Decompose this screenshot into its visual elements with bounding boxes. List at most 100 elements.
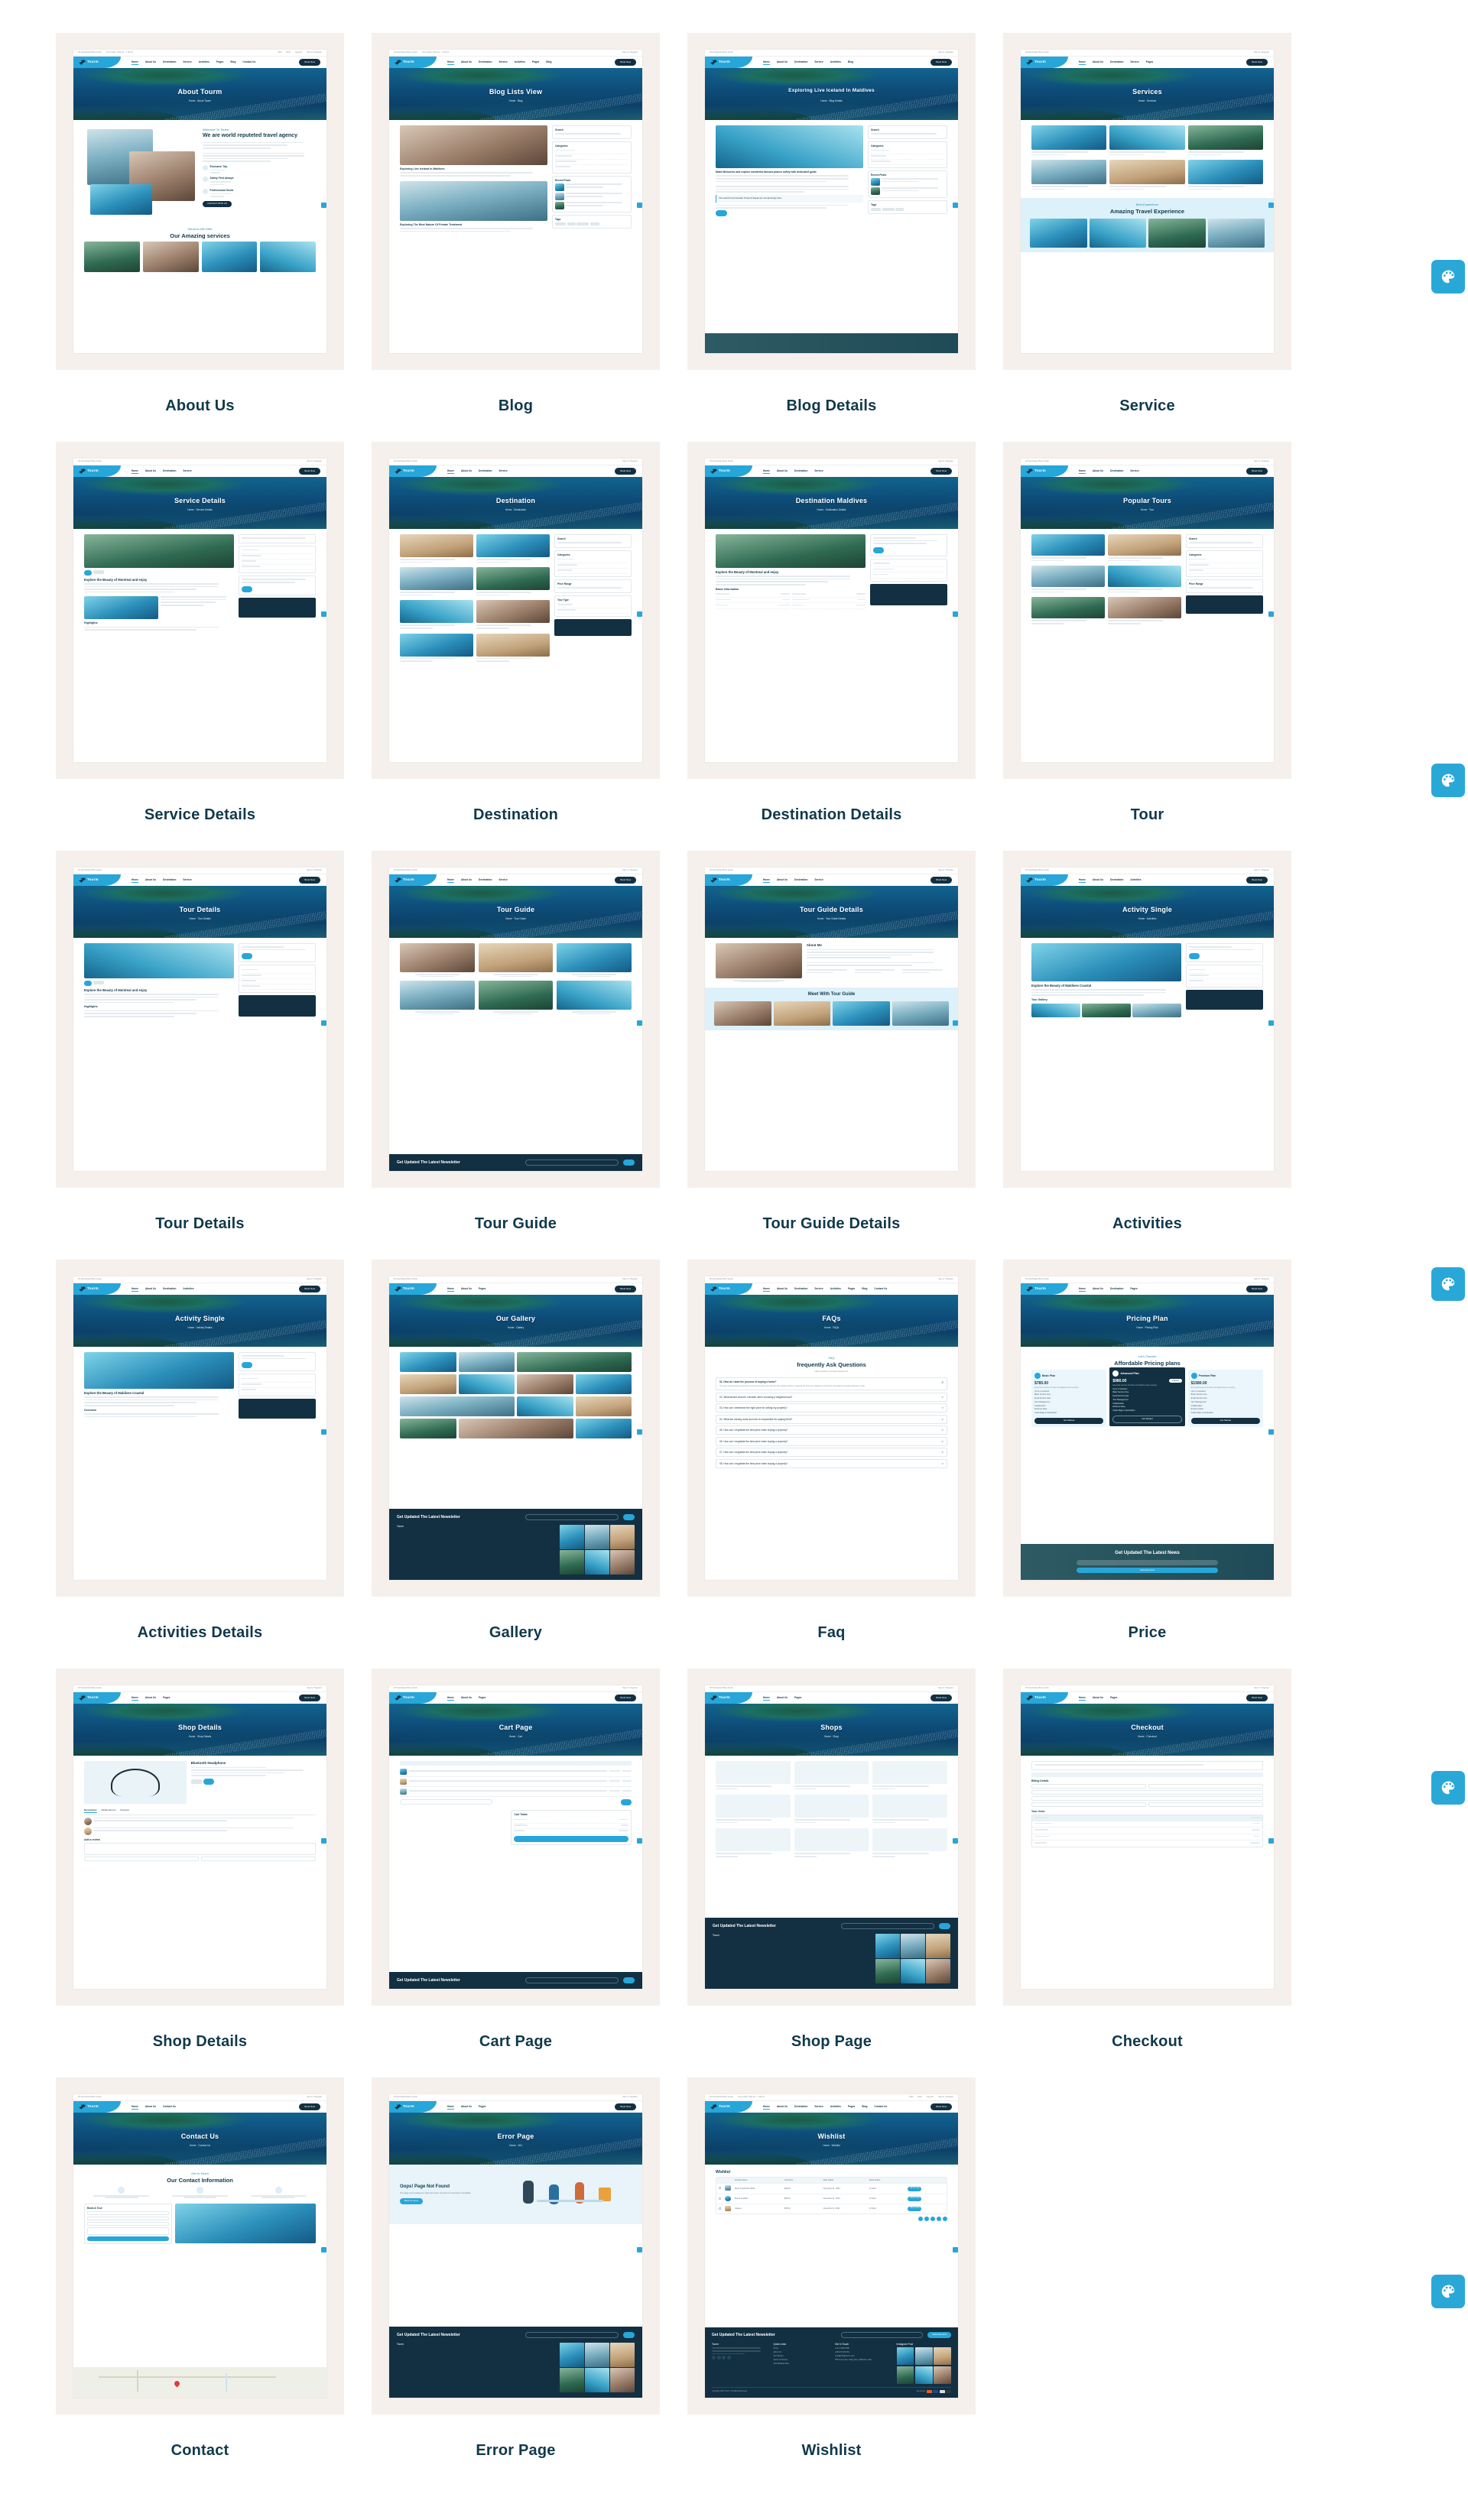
sidebar-row[interactable] bbox=[242, 1377, 313, 1383]
nav-item-home[interactable]: Home bbox=[447, 60, 454, 65]
instagram-thumb[interactable] bbox=[896, 2347, 914, 2366]
palette-button-2[interactable] bbox=[1431, 764, 1465, 797]
inner-widget-icon[interactable] bbox=[321, 1838, 326, 1844]
nav-item-home[interactable]: Home bbox=[447, 2105, 454, 2110]
nav-item-destination[interactable]: Destination bbox=[1110, 878, 1123, 883]
nav-item-activities[interactable]: Activities bbox=[830, 60, 841, 65]
destination-card[interactable] bbox=[400, 567, 473, 597]
sidebar-row[interactable] bbox=[1189, 569, 1260, 575]
nav-item-home[interactable]: Home bbox=[763, 2105, 770, 2110]
book-now-button[interactable]: Book Now bbox=[615, 468, 636, 475]
inner-widget-icon[interactable] bbox=[953, 203, 958, 208]
sidebar-row[interactable] bbox=[242, 565, 313, 571]
gallery-item[interactable] bbox=[400, 1396, 515, 1416]
faq-item[interactable]: 04. What are closing costs and who is re… bbox=[716, 1414, 947, 1424]
nav-item-blog[interactable]: Blog bbox=[862, 1287, 867, 1292]
inner-widget-icon[interactable] bbox=[321, 1020, 326, 1026]
preview-card-tour-guide-details[interactable]: 25 Southwater Blvd, Austin Sign In / Regi… bbox=[687, 851, 976, 1188]
nav-item-about[interactable]: About Us bbox=[145, 1287, 156, 1292]
preview-card-shop[interactable]: 25 Southwater Blvd, Austin Sign In / Regi… bbox=[687, 1669, 976, 2006]
preview-card-wishlist[interactable]: 25 Southwater Blvd, Austin Sun-Friday: 8.… bbox=[687, 2077, 976, 2415]
tab-additional-info[interactable]: Additional Info bbox=[102, 1808, 116, 1813]
topbar-support[interactable]: Support bbox=[927, 2096, 934, 2098]
topbar-signin[interactable]: Sign In / Register bbox=[307, 51, 322, 54]
row-checkbox[interactable] bbox=[719, 2187, 721, 2190]
sidebar-cta[interactable] bbox=[1189, 953, 1200, 960]
nav-item-about[interactable]: About Us bbox=[145, 2105, 156, 2110]
nav-item-about[interactable]: About Us bbox=[461, 1696, 472, 1701]
gallery-item[interactable] bbox=[458, 1374, 515, 1394]
product-card[interactable] bbox=[794, 1761, 869, 1791]
nav-item-about[interactable]: About Us bbox=[461, 60, 472, 65]
book-now-button[interactable]: Book Now bbox=[299, 877, 320, 884]
sidebar-row[interactable] bbox=[555, 160, 628, 166]
faq-item[interactable]: 05. How can I negotiate the best price w… bbox=[716, 1425, 947, 1435]
form-name-input[interactable] bbox=[87, 2210, 170, 2215]
nav-item-service[interactable]: Service bbox=[499, 469, 507, 474]
contact-cta[interactable]: CONTACT WITH US bbox=[203, 200, 232, 207]
sidebar-cta-box[interactable] bbox=[239, 576, 316, 595]
subscribe-button[interactable]: Subscribe Now bbox=[927, 2331, 951, 2338]
newsletter-input[interactable] bbox=[840, 1923, 934, 1930]
sidebar-row[interactable] bbox=[873, 567, 944, 573]
recent-thumb[interactable] bbox=[871, 187, 881, 196]
tag-chip[interactable] bbox=[567, 222, 576, 226]
nav-item-home[interactable]: Home bbox=[447, 469, 454, 474]
book-now-button[interactable]: Book Now bbox=[615, 2103, 636, 2110]
newsletter-input[interactable] bbox=[525, 2332, 619, 2339]
nav-item-destination[interactable]: Destination bbox=[1110, 469, 1123, 474]
newsletter-input[interactable] bbox=[525, 1514, 619, 1521]
topbar-lang[interactable]: ENG bbox=[286, 51, 291, 54]
nav-item-activities[interactable]: Activities bbox=[199, 60, 209, 65]
nav-item-destination[interactable]: Destination bbox=[163, 1287, 176, 1292]
inner-widget-icon[interactable] bbox=[1268, 1838, 1274, 1844]
destination-card[interactable] bbox=[476, 567, 550, 597]
review-name-input[interactable] bbox=[84, 1857, 199, 1861]
nav-item-blog[interactable]: Blog bbox=[546, 60, 551, 65]
sidebar-cta[interactable] bbox=[873, 546, 885, 554]
gallery-item[interactable] bbox=[575, 1374, 632, 1394]
gallery-item[interactable] bbox=[517, 1374, 573, 1394]
sidebar-row[interactable] bbox=[242, 984, 313, 991]
nav-item-pages[interactable]: Pages bbox=[1110, 1696, 1117, 1701]
plan-cta[interactable]: Get Started bbox=[1112, 1415, 1182, 1424]
inner-widget-icon[interactable] bbox=[321, 203, 326, 208]
book-now-button[interactable]: Book Now bbox=[930, 468, 952, 475]
nav-item-pages[interactable]: Pages bbox=[479, 1287, 486, 1292]
nav-item-contact[interactable]: Contact Us bbox=[874, 1287, 887, 1292]
nav-item-activities[interactable]: Activities bbox=[830, 2105, 841, 2110]
experience-photo[interactable] bbox=[1089, 218, 1146, 248]
nav-item-destination[interactable]: Destination bbox=[479, 469, 492, 474]
sidebar-row[interactable] bbox=[242, 549, 313, 554]
nav-item-activities[interactable]: Activities bbox=[830, 1287, 841, 1292]
share-pinterest-icon[interactable] bbox=[937, 2216, 941, 2221]
subscribe-button[interactable] bbox=[622, 1977, 635, 1983]
instagram-icon[interactable] bbox=[726, 2356, 731, 2360]
nav-item-about[interactable]: About Us bbox=[461, 878, 472, 883]
gallery-item[interactable] bbox=[575, 1419, 632, 1438]
sidebar-booking[interactable] bbox=[239, 943, 316, 963]
destination-card[interactable] bbox=[400, 633, 473, 663]
guide-thumb[interactable] bbox=[714, 1001, 771, 1026]
gallery-item[interactable] bbox=[400, 1419, 456, 1438]
book-now-button[interactable]: Book Now bbox=[930, 2103, 952, 2110]
sidebar-row[interactable] bbox=[242, 554, 313, 559]
nav-item-pages[interactable]: Pages bbox=[794, 1696, 801, 1701]
nav-item-service[interactable]: Service bbox=[499, 878, 507, 883]
brand-logo[interactable]: Tourm bbox=[1021, 57, 1068, 68]
coupon-input[interactable] bbox=[400, 1799, 493, 1805]
topbar-lang[interactable]: ENG bbox=[917, 2096, 922, 2098]
tour-card[interactable] bbox=[1031, 597, 1105, 625]
post-thumbnail[interactable] bbox=[400, 125, 548, 165]
gallery-item[interactable] bbox=[458, 1352, 515, 1372]
instagram-thumb[interactable] bbox=[934, 2366, 951, 2384]
topbar-signin[interactable]: Sign In / Register bbox=[938, 2096, 953, 2098]
subscribe-button[interactable] bbox=[622, 1514, 635, 1521]
nav-item-home[interactable]: Home bbox=[763, 469, 770, 474]
inner-widget-icon[interactable] bbox=[1268, 203, 1274, 208]
preview-card-about-us[interactable]: 25 Southwater Blvd, Austin Sun-Friday: 8.… bbox=[56, 33, 344, 370]
guide-thumb[interactable] bbox=[773, 1001, 830, 1026]
sidebar-row[interactable] bbox=[242, 979, 313, 985]
guide-thumb[interactable] bbox=[892, 1001, 949, 1026]
sidebar-search[interactable]: Search bbox=[868, 125, 947, 139]
